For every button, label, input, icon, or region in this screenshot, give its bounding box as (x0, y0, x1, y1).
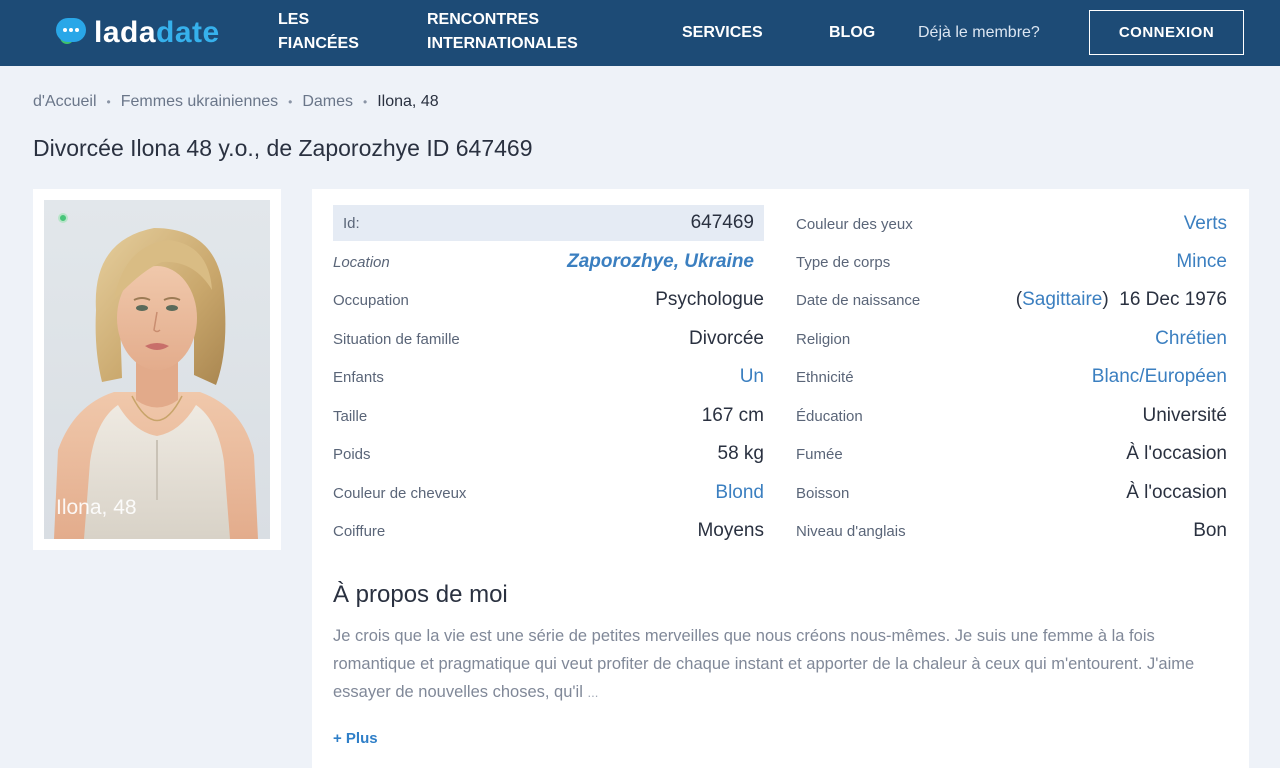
profile-details-panel: Id: 647469 Location Zaporozhye, Ukraine … (312, 189, 1249, 768)
detail-row-hairstyle: Coiffure Moyens (333, 513, 764, 549)
nav-blog[interactable]: BLOG (829, 21, 875, 45)
detail-row-marital-status: Situation de famille Divorcée (333, 321, 764, 357)
about-text-body: Je crois que la vie est une série de pet… (333, 627, 1195, 701)
breadcrumb-home[interactable]: d'Accueil (33, 93, 97, 111)
detail-row-birth-date: Date de naissance (Sagittaire) 16 Dec 19… (796, 282, 1227, 318)
detail-label: Situation de famille (333, 330, 460, 348)
detail-label: Ethnicité (796, 368, 854, 386)
detail-label: Taille (333, 407, 368, 425)
detail-row-education: Éducation Université (796, 398, 1227, 434)
nav-rencontres-internationales[interactable]: RENCONTRES INTERNATIONALES (427, 8, 617, 56)
zodiac-close-paren: ) (1102, 289, 1109, 310)
detail-label: Enfants (333, 368, 384, 386)
breadcrumb: d'Accueil • Femmes ukrainiennes • Dames … (33, 90, 439, 114)
detail-value: Psychologue (655, 289, 764, 310)
detail-value: 647469 (690, 212, 754, 233)
detail-label: Boisson (796, 484, 850, 502)
detail-row-ethnicity: Ethnicité Blanc/Européen (796, 359, 1227, 395)
detail-value: 167 cm (701, 405, 764, 426)
eye-color-link[interactable]: Verts (1184, 213, 1227, 235)
profile-photo-card: Ilona, 48 (33, 189, 281, 550)
read-more-button[interactable]: + Plus (333, 730, 378, 747)
detail-value: 58 kg (717, 443, 764, 464)
detail-row-religion: Religion Chrétien (796, 321, 1227, 357)
login-button[interactable]: CONNEXION (1089, 10, 1244, 55)
detail-row-id: Id: 647469 (333, 205, 764, 241)
detail-row-hair-color: Couleur de cheveux Blond (333, 475, 764, 511)
detail-label: Couleur des yeux (796, 215, 913, 233)
nav-les-line2: FIANCÉES (278, 35, 359, 52)
detail-row-weight: Poids 58 kg (333, 436, 764, 472)
zodiac-link[interactable]: Sagittaire (1022, 289, 1102, 310)
detail-label: Couleur de cheveux (333, 484, 467, 502)
breadcrumb-separator: • (363, 95, 368, 109)
logo-text: ladadate (94, 16, 220, 50)
profile-photo[interactable]: Ilona, 48 (44, 200, 270, 539)
nav-services[interactable]: SERVICES (682, 21, 763, 45)
location-link[interactable]: Zaporozhye, Ukraine (567, 251, 764, 273)
logo-text-part2: date (156, 16, 220, 49)
online-status-indicator (58, 213, 68, 223)
logo-text-part1: lada (94, 16, 157, 49)
detail-label: Niveau d'anglais (796, 522, 906, 540)
about-section-title: À propos de moi (333, 581, 508, 608)
detail-row-smoking: Fumée À l'occasion (796, 436, 1227, 472)
site-logo[interactable]: ladadate (56, 14, 220, 52)
detail-label: Location (333, 253, 390, 271)
detail-row-english-level: Niveau d'anglais Bon (796, 513, 1227, 549)
portrait-illustration (44, 200, 270, 539)
detail-label: Date de naissance (796, 291, 921, 309)
detail-value: Divorcée (689, 328, 764, 349)
nav-les-line1: LES (278, 11, 310, 28)
detail-row-drinking: Boisson À l'occasion (796, 475, 1227, 511)
hair-color-link[interactable]: Blond (715, 482, 764, 504)
chat-bubble-icon (56, 18, 88, 48)
children-link[interactable]: Un (740, 366, 764, 388)
detail-label: Poids (333, 445, 371, 463)
ethnicity-link[interactable]: Blanc/Européen (1092, 366, 1227, 388)
detail-row-location: Location Zaporozhye, Ukraine (333, 244, 764, 280)
detail-label: Occupation (333, 291, 409, 309)
nav-rencontres-line1: RENCONTRES (427, 11, 540, 28)
detail-value: Moyens (697, 520, 764, 541)
already-member-text: Déjà le membre? (918, 24, 1040, 41)
detail-label: Religion (796, 330, 851, 348)
birth-date-value: (Sagittaire) 16 Dec 1976 (1016, 289, 1227, 311)
body-type-link[interactable]: Mince (1176, 251, 1227, 273)
detail-row-body-type: Type de corps Mince (796, 244, 1227, 280)
detail-value: À l'occasion (1126, 482, 1227, 503)
breadcrumb-separator: • (106, 95, 111, 109)
detail-row-eye-color: Couleur des yeux Verts (796, 206, 1227, 242)
detail-label: Coiffure (333, 522, 386, 540)
photo-caption: Ilona, 48 (56, 496, 137, 519)
detail-label: Éducation (796, 407, 863, 425)
breadcrumb-separator: • (288, 95, 293, 109)
nav-les-fiancees[interactable]: LES FIANCÉES (278, 8, 388, 56)
breadcrumb-current: Ilona, 48 (377, 93, 439, 110)
about-text-ellipsis: ... (587, 685, 599, 700)
detail-label: Type de corps (796, 253, 891, 271)
detail-row-height: Taille 167 cm (333, 398, 764, 434)
detail-row-occupation: Occupation Psychologue (333, 282, 764, 318)
top-navbar: ladadate LES FIANCÉES RENCONTRES INTERNA… (0, 0, 1280, 66)
nav-rencontres-line2: INTERNATIONALES (427, 35, 578, 52)
detail-value: Université (1142, 405, 1227, 426)
detail-label: Fumée (796, 445, 843, 463)
about-text: Je crois que la vie est une série de pet… (333, 622, 1223, 707)
detail-value: À l'occasion (1126, 443, 1227, 464)
detail-label: Id: (343, 214, 360, 232)
birth-date-text: 16 Dec 1976 (1119, 289, 1227, 310)
breadcrumb-ladies[interactable]: Dames (302, 93, 353, 111)
breadcrumb-women[interactable]: Femmes ukrainiennes (121, 93, 278, 111)
detail-value: Bon (1193, 520, 1227, 541)
religion-link[interactable]: Chrétien (1155, 328, 1227, 350)
detail-row-children: Enfants Un (333, 359, 764, 395)
page-title: Divorcée Ilona 48 y.o., de Zaporozhye ID… (33, 135, 533, 161)
